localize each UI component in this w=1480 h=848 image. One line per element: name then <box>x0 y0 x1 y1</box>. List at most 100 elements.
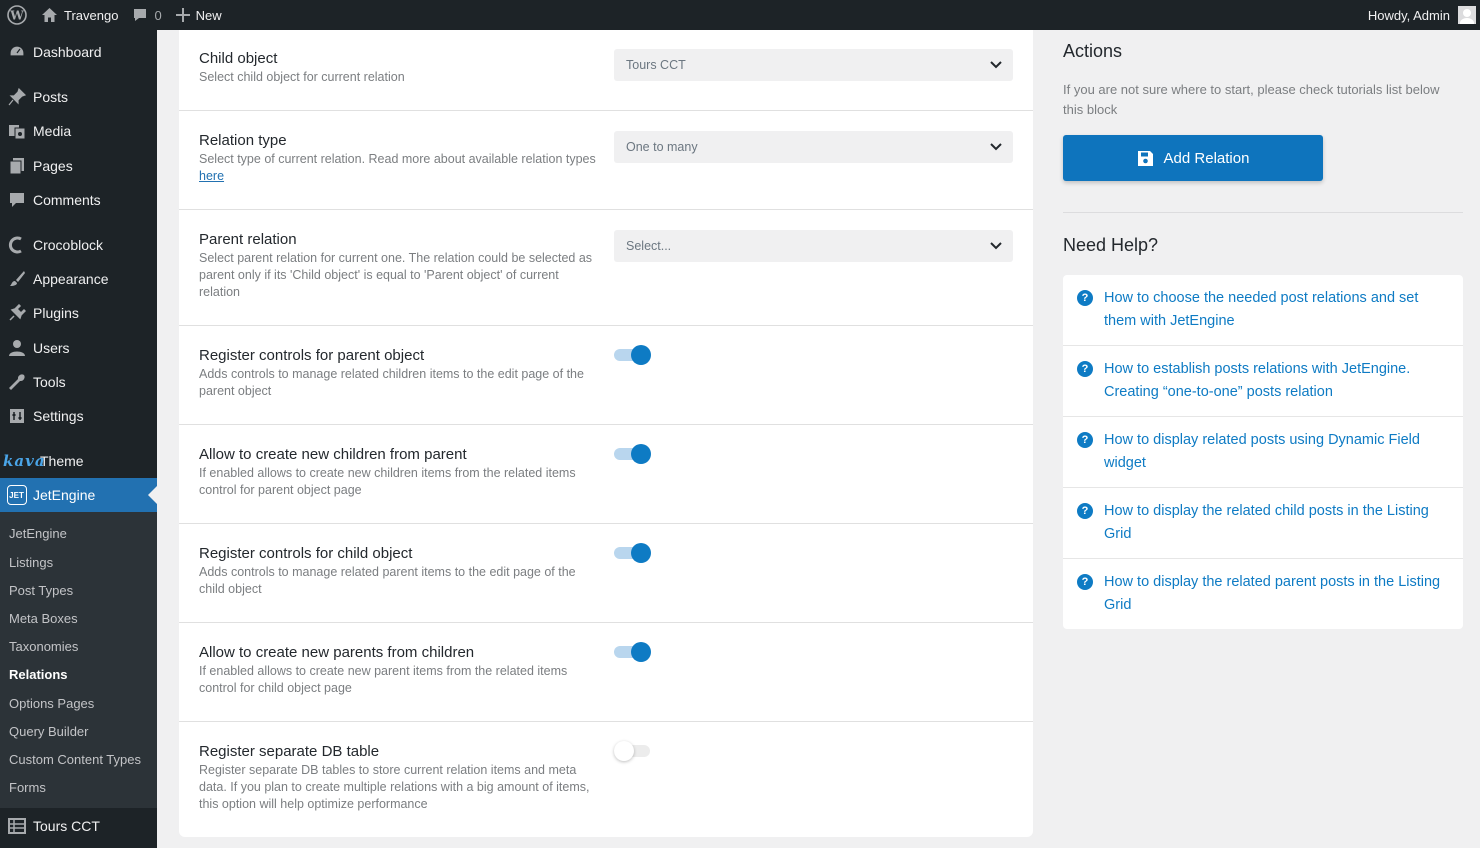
sidebar-item-dashboard[interactable]: Dashboard <box>0 35 157 69</box>
my-account-menu[interactable]: Howdy, Admin <box>1361 0 1480 30</box>
actions-hint: If you are not sure where to start, plea… <box>1063 82 1440 117</box>
register-child-controls-toggle[interactable] <box>614 542 652 564</box>
sidebar-item-posts[interactable]: Posts <box>0 80 157 114</box>
site-name-link[interactable]: Travengo <box>34 0 125 30</box>
sidebar-item-crocoblock[interactable]: Crocoblock <box>0 228 157 262</box>
setting-label: Allow to create new parents from childre… <box>199 644 475 661</box>
sidebar-item-media[interactable]: Media <box>0 114 157 148</box>
relation-types-link[interactable]: here <box>199 169 224 183</box>
create-parents-toggle[interactable] <box>614 641 652 663</box>
comment-icon <box>0 191 33 209</box>
crocoblock-icon <box>0 236 33 254</box>
sidebar-item-users[interactable]: Users <box>0 331 157 365</box>
help-link-text: How to choose the needed post relations … <box>1104 290 1419 329</box>
sidebar-item-label: Comments <box>33 192 101 208</box>
media-icon <box>0 122 33 140</box>
help-link[interactable]: ? How to establish posts relations with … <box>1063 346 1463 417</box>
setting-row-parent-relation: Parent relation Select parent relation f… <box>179 210 1033 326</box>
plugin-icon <box>0 304 33 322</box>
relation-type-select[interactable]: One to many <box>614 131 1013 163</box>
register-parent-controls-toggle[interactable] <box>614 344 652 366</box>
sidebar-item-label: Media <box>33 123 72 139</box>
admin-bar: W Travengo 0 New Howdy, Admin <box>0 0 1480 30</box>
jetengine-icon: JET <box>0 485 33 505</box>
need-help-title: Need Help? <box>1063 235 1159 255</box>
sidebar-item-label: Users <box>33 340 70 356</box>
select-value: One to many <box>626 140 698 154</box>
sidebar-item-label: Tools <box>33 374 66 390</box>
site-name: Travengo <box>64 7 119 23</box>
sidebar-item-pages[interactable]: Pages <box>0 149 157 183</box>
jetengine-submenu: JetEngine Listings Post Types Meta Boxes… <box>0 512 157 808</box>
submenu-item-options-pages[interactable]: Options Pages <box>9 696 94 711</box>
help-link[interactable]: ? How to display related posts using Dyn… <box>1063 417 1463 488</box>
setting-row-register-parent-controls: Register controls for parent object Adds… <box>179 326 1033 425</box>
submenu-item-custom-content-types[interactable]: Custom Content Types <box>9 752 141 767</box>
sidebar-item-tours-cct[interactable]: Tours CCT <box>0 809 157 843</box>
avatar <box>1458 6 1476 24</box>
wordpress-icon: W <box>7 5 27 25</box>
divider <box>1063 212 1463 213</box>
comments-link[interactable]: 0 <box>125 0 168 30</box>
child-object-select[interactable]: Tours CCT <box>614 49 1013 81</box>
setting-description: Adds controls to manage related parent i… <box>199 565 576 596</box>
sidebar-item-comments[interactable]: Comments <box>0 183 157 217</box>
svg-text:W: W <box>9 9 24 23</box>
submenu-item-relations[interactable]: Relations <box>9 667 68 682</box>
add-relation-label: Add Relation <box>1163 149 1250 167</box>
save-icon <box>1137 150 1154 167</box>
user-icon <box>0 339 33 357</box>
help-link[interactable]: ? How to display the related parent post… <box>1063 559 1463 630</box>
parent-relation-select[interactable]: Select... <box>614 230 1013 262</box>
setting-row-create-parents: Allow to create new parents from childre… <box>179 623 1033 722</box>
setting-description: Select parent relation for current one. … <box>199 251 593 299</box>
submenu-item-meta-boxes[interactable]: Meta Boxes <box>9 611 78 626</box>
submenu-item-forms[interactable]: Forms <box>9 780 46 795</box>
jetengine-logo-text: JET <box>6 485 27 505</box>
setting-description: Select type of current relation. Read mo… <box>199 151 599 185</box>
submenu-item-query-builder[interactable]: Query Builder <box>9 724 88 739</box>
setting-label: Parent relation <box>199 231 297 248</box>
sidebar-item-appearance[interactable]: Appearance <box>0 262 157 296</box>
setting-row-create-children: Allow to create new children from parent… <box>179 425 1033 524</box>
sidebar-item-tools[interactable]: Tools <box>0 365 157 399</box>
help-link-text: How to display related posts using Dynam… <box>1104 432 1420 471</box>
actions-title: Actions <box>1063 41 1123 61</box>
help-link[interactable]: ? How to choose the needed post relation… <box>1063 275 1463 346</box>
help-link[interactable]: ? How to display the related child posts… <box>1063 488 1463 559</box>
submenu-item-jetengine[interactable]: JetEngine <box>9 526 67 541</box>
question-icon: ? <box>1077 290 1093 306</box>
sidebar-item-label: Settings <box>33 408 84 424</box>
dashboard-icon <box>0 43 33 61</box>
sidebar-item-jetengine[interactable]: JET JetEngine <box>0 478 157 512</box>
toggle-knob <box>631 444 651 464</box>
setting-label: Register controls for child object <box>199 545 413 562</box>
question-icon: ? <box>1077 503 1093 519</box>
new-content-button[interactable]: New <box>169 0 229 30</box>
chevron-down-icon <box>990 242 1002 250</box>
setting-row-relation-type: Relation type Select type of current rel… <box>179 111 1033 210</box>
submenu-item-listings[interactable]: Listings <box>9 555 53 570</box>
create-children-toggle[interactable] <box>614 443 652 465</box>
wordpress-logo-button[interactable]: W <box>0 0 34 30</box>
sidebar-item-plugins[interactable]: Plugins <box>0 296 157 330</box>
toggle-knob <box>614 741 634 761</box>
relation-settings-card: Child object Select child object for cur… <box>179 30 1033 837</box>
pages-icon <box>0 157 33 175</box>
sidebar-item-settings[interactable]: Settings <box>0 399 157 433</box>
setting-label: Register separate DB table <box>199 743 380 760</box>
setting-description: If enabled allows to create new children… <box>199 466 576 497</box>
question-icon: ? <box>1077 432 1093 448</box>
help-link-text: How to establish posts relations with Je… <box>1104 361 1411 400</box>
sidebar-item-theme[interactable]: kava Theme <box>0 444 157 478</box>
toggle-knob <box>631 543 651 563</box>
submenu-item-taxonomies[interactable]: Taxonomies <box>9 639 78 654</box>
chevron-down-icon <box>990 61 1002 69</box>
submenu-item-post-types[interactable]: Post Types <box>9 583 73 598</box>
sidebar-item-label: Theme <box>40 453 84 469</box>
add-relation-button[interactable]: Add Relation <box>1063 135 1323 181</box>
separate-db-table-toggle[interactable] <box>614 740 652 762</box>
comment-icon <box>132 7 148 23</box>
wrench-icon <box>0 373 33 391</box>
toggle-knob <box>631 642 651 662</box>
